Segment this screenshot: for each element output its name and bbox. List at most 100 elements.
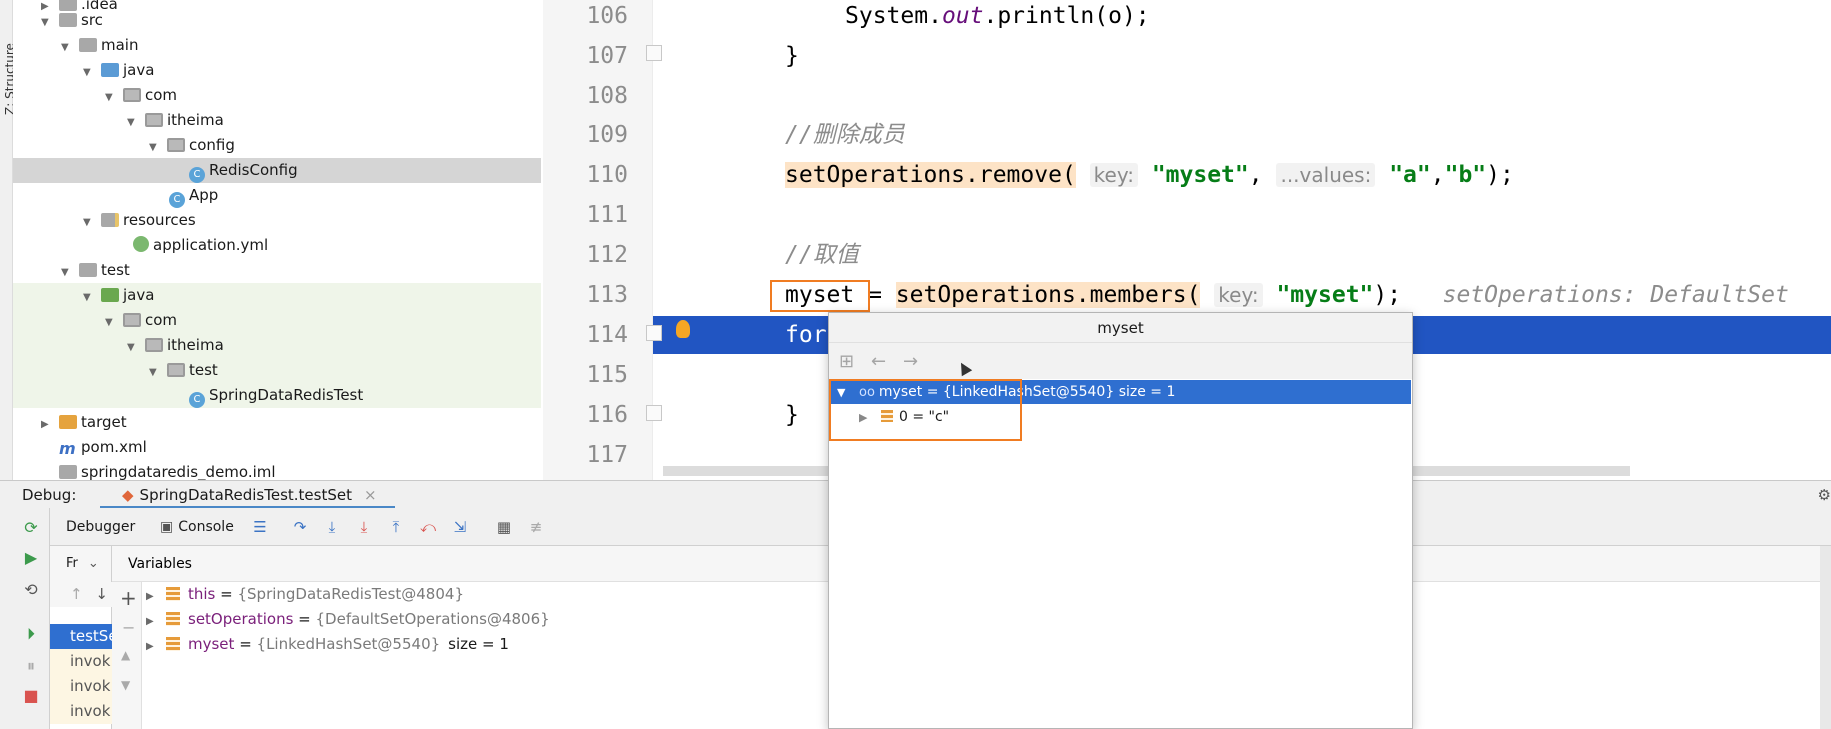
frames-header[interactable]: Fr ⌄ [50, 546, 112, 582]
class-icon: C [189, 392, 205, 408]
resume-program-icon[interactable]: ⏵ [20, 624, 42, 644]
code-line-110[interactable]: setOperations.remove( key: "myset", ...v… [785, 155, 1514, 195]
stop-icon[interactable]: ■ [20, 686, 42, 706]
tree-item[interactable]: ▼ java [13, 58, 541, 83]
expand-arrow-icon[interactable]: ▶ [146, 584, 160, 609]
tree-item[interactable]: ▼ com [13, 308, 541, 333]
drop-frame-icon[interactable]: ⤺ [418, 518, 438, 536]
tree-item[interactable]: ▼ itheima [13, 333, 541, 358]
tree-item[interactable]: ▼ java [13, 283, 541, 308]
right-scrollbar[interactable] [1820, 546, 1831, 729]
close-tab-icon[interactable]: × [364, 486, 377, 504]
fold-marker-icon[interactable] [646, 325, 662, 341]
up-arrow-icon[interactable]: ↑ [70, 585, 83, 603]
add-to-watches-icon[interactable]: ⊞ [839, 351, 854, 372]
ide-window: Z: Structure ▶ .idea ▼ src ▼ main ▼ java ▼ co… [0, 0, 1831, 729]
collapse-arrow-icon[interactable]: ▼ [149, 360, 161, 385]
tree-item[interactable]: ▼ test [13, 258, 541, 283]
fold-marker-icon[interactable] [646, 405, 662, 421]
expand-arrow-icon[interactable]: ▶ [41, 412, 53, 437]
down-arrow-icon[interactable]: ↓ [95, 585, 108, 603]
tree-item[interactable]: ▶ target [13, 410, 541, 435]
frame-row[interactable]: invok [50, 699, 112, 724]
restore-layout-icon[interactable]: ⟲ [20, 580, 42, 600]
collapse-arrow-icon[interactable]: ▼ [61, 260, 73, 285]
rerun-icon[interactable]: ⟳ [20, 518, 42, 538]
chevron-down-icon[interactable]: ⌄ [88, 556, 99, 571]
tree-item[interactable]: ▼ src [13, 8, 541, 33]
step-over-icon[interactable]: ↷ [290, 518, 310, 536]
tab-console[interactable]: ▣ Console [160, 508, 234, 546]
tree-item[interactable]: ▼ itheima [13, 108, 541, 133]
remove-watch-icon[interactable]: − [122, 618, 135, 637]
evaluate-expression-icon[interactable]: ▦ [494, 518, 514, 536]
lightbulb-icon[interactable] [676, 320, 690, 338]
field-icon [166, 612, 180, 626]
trace-icon[interactable]: ≢ [526, 518, 546, 536]
code-line-109[interactable]: //删除成员 [785, 115, 905, 155]
tree-item[interactable]: ▼ config [13, 133, 541, 158]
line-number: 117 [586, 442, 628, 468]
tree-item[interactable]: springdataredis_demo.iml [13, 460, 541, 480]
tree-item[interactable]: application.yml [13, 233, 541, 258]
layout-menu-icon[interactable]: ☰ [250, 518, 270, 536]
code-line-116[interactable]: } [785, 395, 799, 435]
collapse-arrow-icon[interactable]: ▼ [105, 310, 117, 335]
expand-arrow-icon[interactable]: ▶ [146, 634, 160, 659]
fold-marker-icon[interactable] [646, 45, 662, 61]
tree-item[interactable]: C SpringDataRedisTest [13, 383, 541, 408]
move-down-icon[interactable]: ▼ [121, 678, 130, 692]
tree-item[interactable]: ▼ main [13, 33, 541, 58]
pause-icon[interactable]: ⏸ [20, 656, 42, 676]
debug-session-tab[interactable]: ◆ SpringDataRedisTest.testSet × [100, 481, 395, 509]
class-icon: C [189, 167, 205, 183]
collapse-arrow-icon[interactable]: ▼ [105, 85, 117, 110]
package-icon [145, 338, 163, 352]
tab-debugger[interactable]: Debugger [66, 508, 135, 546]
force-step-into-icon[interactable]: ⤓ [354, 518, 374, 536]
frame-row[interactable]: invok [50, 674, 112, 699]
expand-arrow-icon[interactable]: ▶ [146, 609, 160, 634]
tree-item-label: config [189, 136, 235, 154]
run-to-cursor-icon[interactable]: ⇲ [450, 518, 470, 536]
collapse-arrow-icon[interactable]: ▼ [61, 35, 73, 60]
code-line-114[interactable]: for [785, 315, 827, 355]
tree-item[interactable]: ▼ resources [13, 208, 541, 233]
code-line-112[interactable]: //取值 [785, 235, 859, 275]
forward-arrow-icon[interactable]: → [903, 351, 918, 372]
settings-gear-icon[interactable]: ⚙ [1818, 481, 1831, 509]
frame-row[interactable]: testSe [50, 624, 112, 649]
variables-title: Variables [128, 556, 192, 572]
add-watch-icon[interactable]: + [120, 586, 137, 610]
collapse-arrow-icon[interactable]: ▼ [83, 285, 95, 310]
debug-label: Debug: [22, 486, 77, 504]
tree-item[interactable]: ▼ test [13, 358, 541, 383]
tree-item-label: target [81, 413, 127, 431]
quick-evaluate-popup[interactable]: myset ⊞ ← → ▼ oo myset = {LinkedHashSet@55… [828, 312, 1413, 729]
code-line-113[interactable]: myset = setOperations.members( key: "mys… [785, 275, 1789, 315]
move-up-icon[interactable]: ▲ [121, 648, 130, 662]
resume-icon[interactable]: ▶ [20, 548, 42, 568]
tree-item-selected[interactable]: C RedisConfig [13, 158, 541, 183]
frame-row[interactable]: invok [50, 649, 112, 674]
tree-item-label: itheima [167, 111, 224, 129]
tree-item[interactable]: ▼ com [13, 83, 541, 108]
tree-item[interactable]: m pom.xml [13, 435, 541, 460]
back-arrow-icon[interactable]: ← [871, 351, 886, 372]
folder-icon [79, 38, 97, 52]
collapse-arrow-icon[interactable]: ▼ [83, 210, 95, 235]
collapse-arrow-icon[interactable]: ▼ [41, 10, 53, 35]
collapse-arrow-icon[interactable]: ▼ [83, 60, 95, 85]
resources-folder-icon [101, 213, 119, 227]
breakpoint-gutter[interactable] [652, 0, 728, 480]
collapse-arrow-icon[interactable]: ▼ [127, 335, 139, 360]
tree-item[interactable]: C App [13, 183, 541, 208]
code-line-106[interactable]: System.out.println(o); [845, 0, 1150, 36]
code-line-107[interactable]: } [785, 36, 799, 76]
line-number: 111 [586, 202, 628, 228]
step-out-icon[interactable]: ⤒ [386, 518, 406, 536]
collapse-arrow-icon[interactable]: ▼ [149, 135, 161, 160]
collapse-arrow-icon[interactable]: ▼ [127, 110, 139, 135]
test-folder-icon [101, 288, 119, 302]
step-into-icon[interactable]: ⤓ [322, 518, 342, 536]
